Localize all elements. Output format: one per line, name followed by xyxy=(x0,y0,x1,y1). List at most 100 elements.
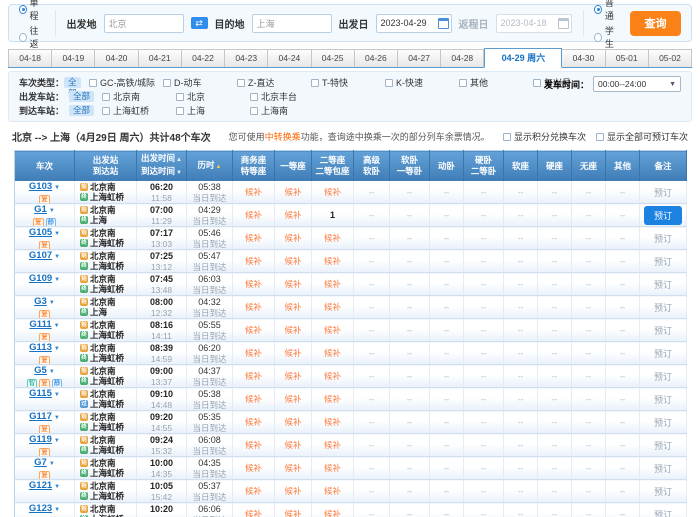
checkbox-icon[interactable] xyxy=(102,93,110,101)
select-all-badge[interactable]: 全部 xyxy=(69,91,94,102)
train-number-link[interactable]: G3 xyxy=(34,296,47,307)
expand-caret-icon[interactable]: ▼ xyxy=(49,208,55,214)
checkbox-icon[interactable] xyxy=(503,133,511,141)
radio-icon[interactable] xyxy=(19,33,27,42)
expand-caret-icon[interactable]: ▼ xyxy=(49,300,55,306)
column-header[interactable]: 车次 xyxy=(15,151,75,182)
seat-availability-cell[interactable]: 候补 xyxy=(312,319,354,342)
filter-option[interactable]: D-动车 xyxy=(163,76,219,89)
train-number-link[interactable]: G123 xyxy=(29,503,52,514)
select-all-badge[interactable]: 全部 xyxy=(64,77,81,88)
depart-time-select[interactable]: 00:00--24:00 ▼ xyxy=(593,76,681,92)
seat-availability-cell[interactable]: 候补 xyxy=(312,181,354,204)
passenger-student-option[interactable]: 学生 xyxy=(594,24,619,50)
seat-availability-cell[interactable]: 候补 xyxy=(312,434,354,457)
date-tab[interactable]: 05-02 xyxy=(649,49,692,67)
checkbox-icon[interactable] xyxy=(237,79,245,87)
column-header[interactable]: 一等座 xyxy=(275,151,312,182)
radio-selected-icon[interactable] xyxy=(19,5,27,14)
date-tab[interactable]: 04-22 xyxy=(182,49,225,67)
column-header[interactable]: 出发站到达站 xyxy=(75,151,137,182)
filter-option[interactable]: T-特快 xyxy=(311,76,367,89)
calendar-icon[interactable] xyxy=(438,18,449,29)
train-number-link[interactable]: G119 xyxy=(29,434,52,445)
train-number-link[interactable]: G121 xyxy=(29,480,52,491)
seat-availability-cell[interactable]: 候补 xyxy=(233,411,275,434)
train-number-link[interactable]: G109 xyxy=(29,273,52,284)
train-number-link[interactable]: G7 xyxy=(34,457,47,468)
seat-availability-cell[interactable]: 候补 xyxy=(233,250,275,273)
expand-caret-icon[interactable]: ▼ xyxy=(49,369,55,375)
trip-roundtrip-option[interactable]: 往返 xyxy=(19,24,44,50)
train-number-link[interactable]: G1 xyxy=(34,204,47,215)
expand-caret-icon[interactable]: ▼ xyxy=(54,231,60,237)
trip-oneway-option[interactable]: 单程 xyxy=(19,0,44,22)
checkbox-icon[interactable] xyxy=(459,79,467,87)
expand-caret-icon[interactable]: ▼ xyxy=(54,323,60,329)
filter-option[interactable]: 上海 xyxy=(176,104,232,117)
seat-availability-cell[interactable]: 候补 xyxy=(312,457,354,480)
filter-option[interactable]: 北京南 xyxy=(102,90,158,103)
expand-caret-icon[interactable]: ▼ xyxy=(54,185,60,191)
seat-availability-cell[interactable]: 候补 xyxy=(233,204,275,227)
seat-availability-cell[interactable]: 候补 xyxy=(312,480,354,503)
swap-stations-icon[interactable]: ⇄ xyxy=(191,17,208,29)
seat-availability-cell[interactable]: 候补 xyxy=(233,457,275,480)
seat-availability-cell[interactable]: 候补 xyxy=(312,388,354,411)
date-tab[interactable]: 04-24 xyxy=(268,49,311,67)
column-header[interactable]: 其他 xyxy=(606,151,640,182)
sort-desc-icon[interactable]: ▼ xyxy=(176,170,182,176)
checkbox-icon[interactable] xyxy=(250,107,258,115)
date-tab[interactable]: 04-23 xyxy=(225,49,268,67)
seat-availability-cell[interactable]: 候补 xyxy=(233,273,275,296)
show-points-trains-checkbox[interactable]: 显示积分兑换车次 xyxy=(503,130,586,143)
date-tab[interactable]: 04-18 xyxy=(8,49,52,67)
seat-availability-cell[interactable]: 候补 xyxy=(275,250,312,273)
seat-availability-cell[interactable]: 候补 xyxy=(275,227,312,250)
column-header[interactable]: 历时▲ xyxy=(187,151,233,182)
filter-option[interactable]: GC-高铁/城际 xyxy=(89,76,145,89)
search-button[interactable]: 查询 xyxy=(630,11,681,36)
seat-availability-cell[interactable]: 候补 xyxy=(312,273,354,296)
train-number-link[interactable]: G107 xyxy=(29,250,52,261)
seat-availability-cell[interactable]: 候补 xyxy=(312,411,354,434)
sort-asc-icon[interactable]: ▲ xyxy=(176,157,182,163)
from-input[interactable] xyxy=(104,14,184,33)
seat-availability-cell[interactable]: 候补 xyxy=(312,365,354,388)
seat-availability-cell[interactable]: 候补 xyxy=(275,273,312,296)
column-header[interactable]: 软卧一等卧 xyxy=(390,151,430,182)
seat-availability-cell[interactable]: 候补 xyxy=(233,342,275,365)
column-header[interactable]: 无座 xyxy=(572,151,606,182)
passenger-normal-option[interactable]: 普通 xyxy=(594,0,619,22)
expand-caret-icon[interactable]: ▼ xyxy=(54,254,60,260)
train-number-link[interactable]: G111 xyxy=(29,319,51,330)
expand-caret-icon[interactable]: ▼ xyxy=(54,346,60,352)
date-tab[interactable]: 04-30 xyxy=(562,49,605,67)
column-header[interactable]: 硬座 xyxy=(538,151,572,182)
expand-caret-icon[interactable]: ▼ xyxy=(49,461,55,467)
select-all-badge[interactable]: 全部 xyxy=(69,105,94,116)
seat-availability-cell[interactable]: 候补 xyxy=(312,342,354,365)
column-header[interactable]: 出发时间▲到达时间▼ xyxy=(137,151,187,182)
seat-availability-cell[interactable]: 候补 xyxy=(312,227,354,250)
filter-option[interactable]: 其他 xyxy=(459,76,515,89)
checkbox-icon[interactable] xyxy=(176,107,184,115)
expand-caret-icon[interactable]: ▼ xyxy=(54,415,60,421)
checkbox-icon[interactable] xyxy=(102,107,110,115)
seat-availability-cell[interactable]: 候补 xyxy=(275,181,312,204)
seat-availability-cell[interactable]: 候补 xyxy=(275,365,312,388)
train-number-link[interactable]: G115 xyxy=(29,388,52,399)
checkbox-icon[interactable] xyxy=(533,79,541,87)
train-number-link[interactable]: G117 xyxy=(29,411,52,422)
date-tab[interactable]: 04-19 xyxy=(52,49,95,67)
seat-availability-cell[interactable]: 候补 xyxy=(275,204,312,227)
seat-availability-cell[interactable]: 候补 xyxy=(233,434,275,457)
date-tab[interactable]: 04-20 xyxy=(95,49,138,67)
to-input[interactable] xyxy=(252,14,332,33)
seat-availability-cell[interactable]: 候补 xyxy=(275,319,312,342)
expand-caret-icon[interactable]: ▼ xyxy=(54,484,60,490)
radio-selected-icon[interactable] xyxy=(594,5,602,14)
seat-availability-cell[interactable]: 候补 xyxy=(233,296,275,319)
checkbox-icon[interactable] xyxy=(385,79,393,87)
date-tab[interactable]: 04-21 xyxy=(139,49,182,67)
